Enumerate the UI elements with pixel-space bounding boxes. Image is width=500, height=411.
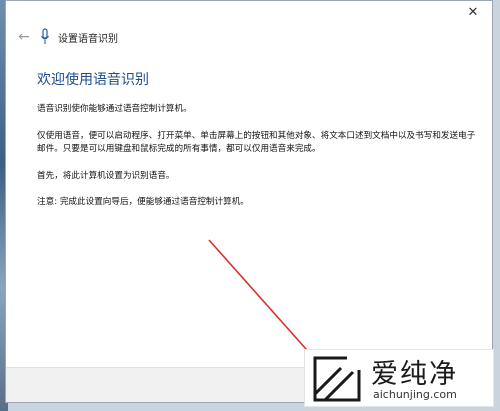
back-button[interactable]: ←	[15, 28, 33, 46]
page-heading: 欢迎使用语音识别	[37, 72, 149, 88]
first-step-paragraph: 首先，将此计算机设置为识别语音。	[37, 170, 175, 181]
window-title: 设置语音识别	[58, 34, 118, 45]
note-paragraph: 注意: 完成此设置向导后，便能够通过语音控制计算机。	[37, 197, 249, 207]
wizard-content: 欢迎使用语音识别 语音识别使你能够通过语音控制计算机。 仅使用语音，便可以启动程…	[37, 69, 477, 223]
watermark-url: aichunjing.com	[373, 388, 457, 401]
description-paragraph: 仅使用语音，便可以启动程序、打开菜单、单击屏幕上的按钮和其他对象、将文本口述到文…	[37, 130, 476, 155]
close-button[interactable]: ✕	[464, 5, 482, 21]
intro-paragraph: 语音识别使你能够通过语音控制计算机。	[37, 104, 192, 114]
watermark-brand-name: 爱纯净	[371, 359, 458, 390]
close-icon: ✕	[467, 5, 479, 20]
wizard-header: ← 设置语音识别	[6, 25, 492, 51]
watermark-logo-icon	[313, 356, 361, 402]
speech-setup-window: ✕ ← 设置语音识别 欢迎使用语音识别 语音识别使你能够通过语音控制计算机。 仅…	[5, 0, 493, 403]
microphone-icon	[41, 28, 49, 44]
back-arrow-icon: ←	[18, 29, 30, 45]
watermark-badge: 爱纯净 aichunjing.com	[304, 349, 494, 407]
